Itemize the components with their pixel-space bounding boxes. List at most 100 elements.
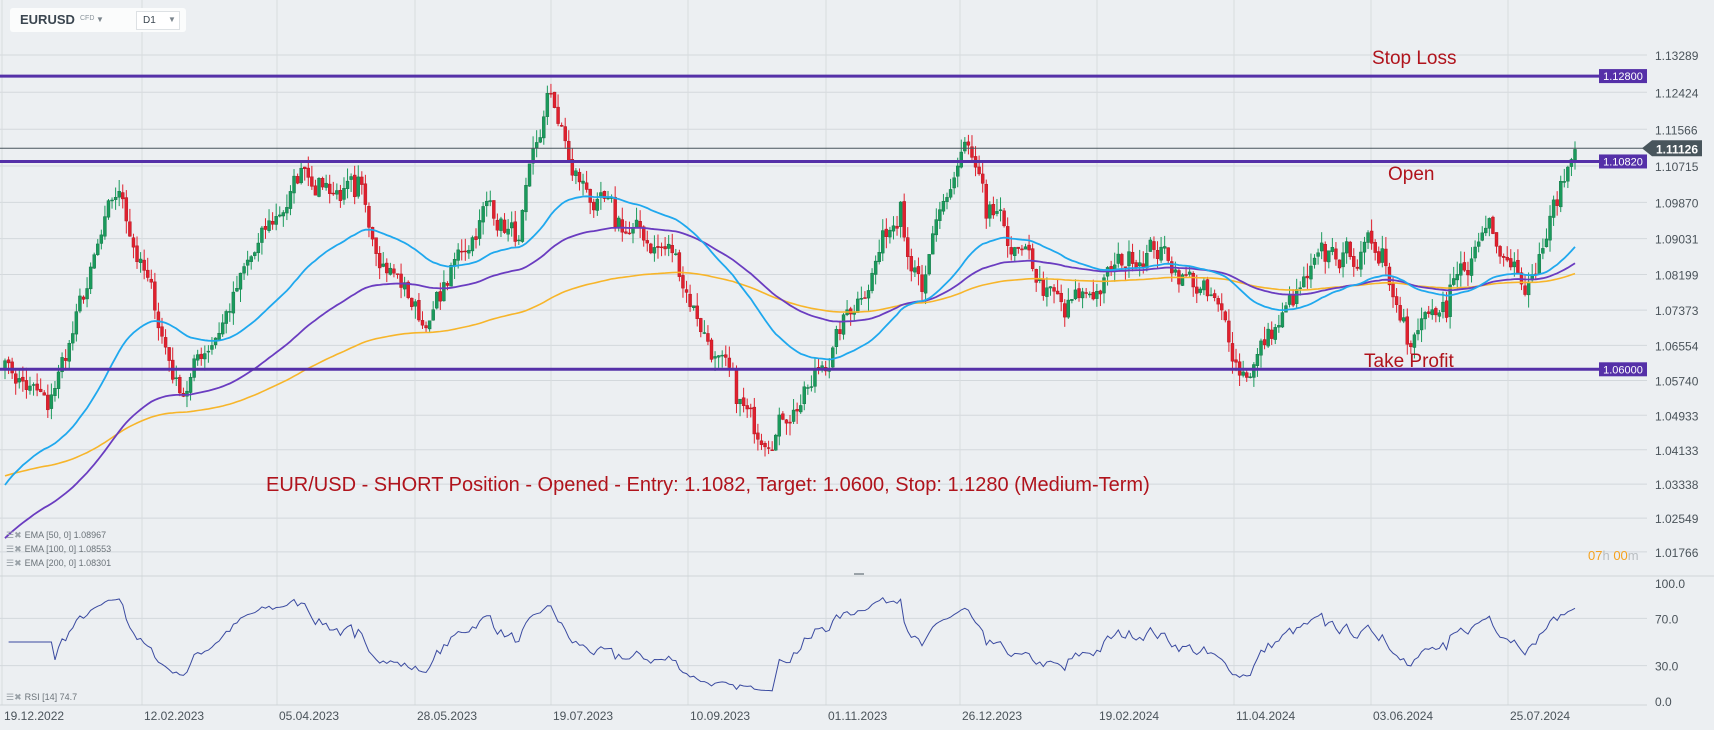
candle-bullish bbox=[809, 386, 814, 388]
candle-bearish bbox=[770, 449, 774, 451]
x-tick-label: 28.05.2023 bbox=[417, 709, 477, 723]
candle-bullish bbox=[538, 137, 542, 143]
candle-bearish bbox=[424, 325, 428, 329]
candle-bullish bbox=[117, 191, 121, 198]
candle-bearish bbox=[695, 305, 699, 319]
price-chart[interactable]: 1.13289 1.12424 1.11566 1.10715 1.09870 1.090… bbox=[0, 0, 1714, 730]
take-profit-price-label: 1.06000 bbox=[1603, 364, 1643, 376]
candle-bearish bbox=[135, 245, 139, 263]
candle-bullish bbox=[1023, 246, 1028, 250]
candle-bearish bbox=[1523, 285, 1527, 295]
candle-bullish bbox=[952, 177, 956, 189]
candle-bullish bbox=[1148, 239, 1153, 252]
candle-bearish bbox=[124, 197, 129, 222]
candle-bearish bbox=[681, 275, 685, 289]
candle-bullish bbox=[467, 249, 471, 254]
candle-bearish bbox=[445, 283, 450, 286]
candle-bearish bbox=[559, 125, 564, 127]
candle-bullish bbox=[959, 151, 963, 168]
candle-bullish bbox=[31, 384, 36, 386]
candle-bearish bbox=[1077, 288, 1081, 299]
candle-bullish bbox=[517, 239, 521, 242]
candle-bearish bbox=[1555, 199, 1559, 206]
candle-bullish bbox=[856, 298, 860, 313]
candle-bullish bbox=[1469, 258, 1474, 276]
candle-bullish bbox=[831, 347, 835, 368]
candle-bullish bbox=[56, 371, 61, 389]
candle-bullish bbox=[1526, 281, 1531, 296]
candle-bearish bbox=[906, 237, 910, 257]
candle-bearish bbox=[592, 201, 596, 211]
candle-bearish bbox=[1501, 256, 1506, 258]
candle-bullish bbox=[881, 230, 885, 254]
candle-bearish bbox=[142, 259, 146, 271]
rsi-tick-label: 100.0 bbox=[1655, 577, 1685, 591]
candle-bullish bbox=[634, 219, 639, 228]
legend-ema50[interactable]: ☰✖ EMA [50, 0] 1.08967 bbox=[6, 530, 106, 541]
candle-bearish bbox=[1427, 311, 1431, 314]
candle-bullish bbox=[534, 142, 539, 148]
legend-rsi[interactable]: ☰✖ RSI [14] 74.7 bbox=[6, 692, 77, 703]
settings-close-icon[interactable]: ☰✖ bbox=[6, 558, 22, 568]
candle-bearish bbox=[1234, 359, 1238, 363]
candle-bearish bbox=[659, 246, 664, 249]
candle-bullish bbox=[777, 414, 781, 437]
settings-close-icon[interactable]: ☰✖ bbox=[6, 530, 22, 540]
timeframe-select[interactable]: D1 ▼ bbox=[136, 11, 180, 30]
candle-bullish bbox=[106, 200, 111, 218]
candle-bullish bbox=[1330, 247, 1335, 252]
candle-bullish bbox=[1066, 299, 1071, 318]
candle-bullish bbox=[1241, 371, 1245, 376]
candle-bearish bbox=[567, 140, 571, 161]
candle-bearish bbox=[1391, 283, 1395, 298]
symbol-dropdown-icon[interactable]: ▼ bbox=[96, 15, 104, 24]
legend-ema200[interactable]: ☰✖ EMA [200, 0] 1.08301 bbox=[6, 558, 111, 569]
candle-bullish bbox=[1137, 262, 1142, 267]
candle-bullish bbox=[1280, 312, 1285, 328]
candle-bullish bbox=[1162, 246, 1167, 249]
candle-bullish bbox=[1298, 287, 1302, 289]
y-tick-label: 1.04933 bbox=[1655, 409, 1699, 423]
y-tick-label: 1.05740 bbox=[1655, 375, 1699, 389]
x-tick-label: 10.09.2023 bbox=[690, 709, 750, 723]
settings-close-icon[interactable]: ☰✖ bbox=[6, 692, 22, 702]
candle-bearish bbox=[909, 256, 914, 272]
candle-bearish bbox=[563, 126, 567, 142]
timeframe-value: D1 bbox=[143, 15, 156, 26]
candle-bullish bbox=[1202, 280, 1206, 291]
candle-bearish bbox=[688, 293, 692, 307]
chevron-down-icon: ▼ bbox=[168, 15, 176, 24]
symbol-name[interactable]: EURUSD bbox=[20, 12, 75, 27]
candle-bearish bbox=[313, 185, 318, 196]
candle-bullish bbox=[470, 237, 475, 252]
candle-bullish bbox=[1473, 246, 1477, 259]
y-tick-label: 1.08199 bbox=[1655, 268, 1699, 282]
rsi-line bbox=[8, 596, 1576, 692]
candle-bearish bbox=[1184, 274, 1188, 276]
candle-bearish bbox=[584, 182, 589, 190]
candle-bullish bbox=[260, 227, 264, 243]
y-tick-label: 1.09031 bbox=[1655, 233, 1699, 247]
candle-bullish bbox=[1048, 286, 1053, 289]
candle-bearish bbox=[1055, 290, 1060, 295]
legend-ema100[interactable]: ☰✖ EMA [100, 0] 1.08553 bbox=[6, 544, 111, 555]
candle-bearish bbox=[1191, 273, 1195, 288]
candle-bullish bbox=[1302, 276, 1306, 288]
candle-bearish bbox=[1016, 246, 1021, 249]
candle-bearish bbox=[966, 141, 971, 146]
candle-bullish bbox=[1459, 263, 1463, 276]
candle-bearish bbox=[766, 447, 771, 449]
candle-bearish bbox=[495, 219, 500, 231]
candle-bearish bbox=[363, 183, 368, 205]
candle-bearish bbox=[199, 353, 203, 359]
candle-bullish bbox=[92, 254, 96, 269]
candle-bullish bbox=[299, 167, 303, 184]
candle-bearish bbox=[1134, 262, 1138, 268]
candle-bearish bbox=[549, 93, 553, 95]
pane-resize-handle[interactable] bbox=[854, 573, 864, 575]
candle-bullish bbox=[1070, 299, 1074, 301]
candle-bearish bbox=[649, 243, 653, 254]
candle-bearish bbox=[160, 326, 164, 337]
candle-bullish bbox=[288, 191, 293, 209]
settings-close-icon[interactable]: ☰✖ bbox=[6, 544, 22, 554]
